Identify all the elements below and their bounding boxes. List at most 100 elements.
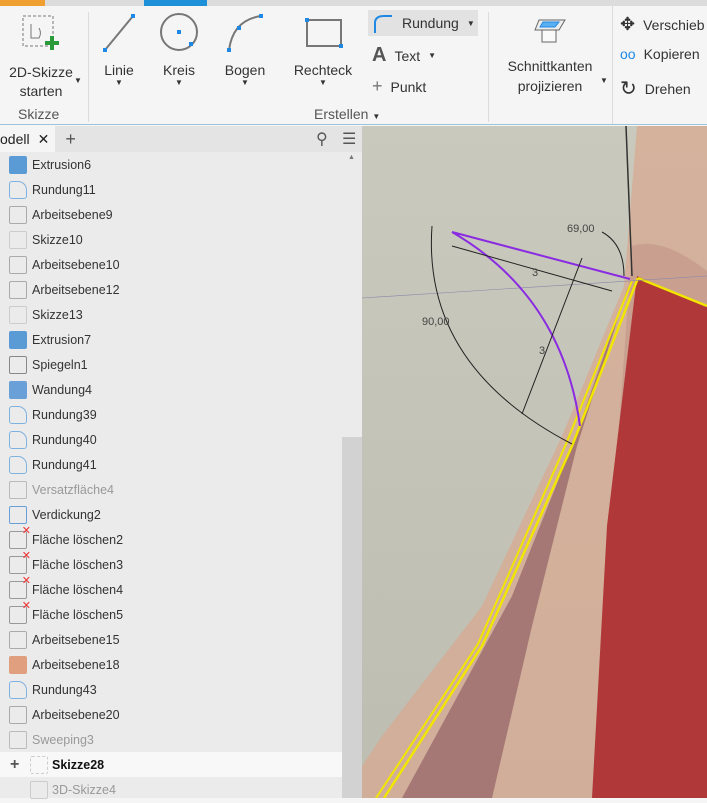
tree-item[interactable]: Skizze13 [0,302,342,327]
sketch-plus-icon [22,15,59,50]
arc-icon [227,14,263,52]
tree-item[interactable]: Arbeitsebene10 [0,252,342,277]
tree-item-label: Spiegeln1 [32,357,88,372]
tree-item[interactable]: ✕ Fläche löschen2 [0,525,342,552]
chevron-down-icon[interactable]: ▼ [290,78,356,87]
line-label: Linie [104,62,134,78]
ribbon: 2D-Skizze starten ▼ Skizze Linie ▼ Kreis ▼… [0,6,707,125]
extrusion-icon [9,330,27,349]
start-2d-sketch-button[interactable]: 2D-Skizze starten ▼ [2,12,82,99]
tree-item[interactable]: + Skizze28 [0,752,342,777]
add-tab-icon[interactable]: + [65,129,76,150]
chevron-down-icon[interactable]: ▼ [74,76,82,85]
tab-model[interactable]: odell ✕ [0,126,56,152]
erstellen-label: Erstellen [314,106,369,122]
expand-icon[interactable]: + [10,756,19,774]
tree-item[interactable]: Rundung41 [0,452,342,477]
point-button[interactable]: + Punkt [372,76,426,97]
arc-button[interactable]: Bogen ▼ [216,10,274,87]
chevron-down-icon[interactable]: ▼ [152,78,206,87]
project-label1: Schnittkanten [507,58,593,74]
line-button[interactable]: Linie ▼ [92,10,146,87]
workplane-icon [9,205,27,224]
tree-item-label: Skizze13 [32,307,83,322]
copy-icon: oo [620,46,636,62]
tree-scrollbar[interactable]: ▲ [342,152,362,798]
rotate-icon: ↻ [620,78,637,100]
tree-item[interactable]: Verdickung2 [0,502,342,527]
sketch-icon [9,305,27,324]
tree-item-label: Verdickung2 [32,507,101,522]
chevron-down-icon[interactable]: ▼ [216,78,274,87]
3d-viewport[interactable]: 69,00 90,00 3 3 [361,125,707,799]
search-icon[interactable]: ⚲ [316,129,328,149]
point-label: Punkt [390,78,427,95]
scrollbar-thumb[interactable] [342,152,362,437]
tree-item-label: Arbeitsebene9 [32,207,113,222]
tree-item[interactable]: Rundung39 [0,402,342,427]
chevron-down-icon[interactable]: ▼ [428,51,436,60]
workplane-icon [9,655,27,674]
tree-item[interactable]: Rundung43 [0,677,342,702]
tree-item[interactable]: Spiegeln1 [0,352,342,377]
tree-item-label: Arbeitsebene12 [32,282,120,297]
tree-item[interactable]: Sweeping3 [0,727,342,752]
fillet-label: Rundung [402,15,459,31]
start-sketch-label1: 2D-Skizze [9,64,73,80]
dim-angle-69: 69,00 [567,223,595,235]
tree-item[interactable]: Arbeitsebene20 [0,702,342,727]
tree-item-label: Rundung41 [32,457,97,472]
tree-item[interactable]: Wandung4 [0,377,342,402]
circle-button[interactable]: Kreis ▼ [152,10,206,87]
menu-icon[interactable]: ☰ [342,129,356,149]
project-cut-edges-button[interactable]: Schnittkanten projizieren ▼ [500,16,608,94]
tree-item[interactable]: Versatzfläche4 [0,477,342,502]
tree-item[interactable]: ✕ Fläche löschen4 [0,575,342,602]
tree-item[interactable]: Rundung11 [0,177,342,202]
tree-item-label: Extrusion7 [32,332,92,347]
arc-label: Bogen [224,62,266,78]
tree-item[interactable]: Skizze10 [0,227,342,252]
fillet-icon [9,180,27,199]
tree-item[interactable]: Rundung40 [0,427,342,452]
tree-item[interactable]: 3D-Skizze4 [0,777,342,802]
text-button[interactable]: A Text ▼ [372,44,436,67]
tree-item-label: Fläche löschen4 [32,582,124,597]
tree-item[interactable]: Arbeitsebene12 [0,277,342,302]
chevron-down-icon[interactable]: ▼ [600,76,608,85]
sketch-icon [9,230,27,249]
tree-item[interactable]: Arbeitsebene18 [0,652,342,677]
chevron-down-icon: ▼ [372,112,381,121]
fillet-icon [374,15,392,33]
close-icon[interactable]: ✕ [38,131,50,148]
group-label-erstellen[interactable]: Erstellen ▼ [314,106,380,122]
tree-item-label: Sweeping3 [32,732,94,747]
tree-item-label: Arbeitsebene10 [32,257,120,272]
fillet-button[interactable]: Rundung ▼ [368,10,478,36]
chevron-down-icon[interactable]: ▼ [92,78,146,87]
rectangle-button[interactable]: Rechteck ▼ [290,10,356,87]
copy-button[interactable]: oo Kopieren [620,46,700,62]
scroll-up-icon[interactable]: ▲ [348,154,355,161]
project-cut-edges-icon [534,19,566,43]
chevron-down-icon[interactable]: ▼ [467,19,475,28]
fillet-icon [9,405,27,424]
tree-item-label: Wandung4 [32,382,92,397]
sketch3d-icon [30,780,48,799]
tree-item[interactable]: Extrusion6 [0,152,342,177]
tree-item-label: Versatzfläche4 [32,482,114,497]
delete-face-icon: ✕ [9,600,31,624]
tree-item[interactable]: Extrusion7 [0,327,342,352]
fillet-icon [9,430,27,449]
tree-item[interactable]: Arbeitsebene15 [0,627,342,652]
tree-item[interactable]: ✕ Fläche löschen3 [0,550,342,577]
rotate-label: Drehen [644,80,691,97]
move-button[interactable]: ✥ Verschieb [620,14,705,35]
rotate-button[interactable]: ↻ Drehen [620,76,691,101]
tree-item[interactable]: ✕ Fläche löschen5 [0,600,342,627]
tree-item[interactable]: Arbeitsebene9 [0,202,342,227]
tree-item-label: Arbeitsebene18 [32,657,120,672]
text-icon: A [372,44,387,66]
workplane-icon [9,630,27,649]
project-label2: projizieren [517,78,583,94]
